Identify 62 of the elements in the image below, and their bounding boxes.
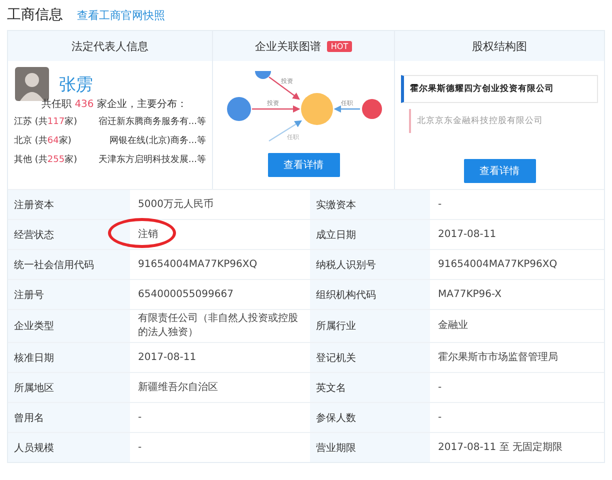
field-value: 注销 <box>138 228 158 242</box>
field-value: 霍尔果斯市市场监督管理局 <box>438 350 558 364</box>
company-link[interactable]: 网银在线(北京)商务...等 <box>109 134 206 149</box>
field-label: 登记机关 <box>310 343 430 372</box>
field-value: - <box>138 410 142 424</box>
summary-text: 共任职 436 家企业，主要分布： <box>40 98 188 111</box>
company-link[interactable]: 宿迁新东腾商务服务有...等 <box>98 115 206 130</box>
panel-title: 企业关联图谱 <box>254 38 321 54</box>
node-icon <box>362 99 382 119</box>
field-label: 组织机构代码 <box>310 280 430 309</box>
field-label: 曾用名 <box>8 403 130 432</box>
field-value: - <box>438 410 442 424</box>
panel-title: 股权结构图 <box>472 38 527 54</box>
field-label: 实缴资本 <box>310 190 430 219</box>
region-count: 北京 (共64家) <box>14 134 72 148</box>
region-count: 其他 (共255家) <box>14 154 78 167</box>
field-value: 2017-08-11 <box>438 228 496 242</box>
field-label: 统一社会信用代码 <box>8 250 130 279</box>
field-value: 2017-08-11 <box>138 350 196 364</box>
person-name[interactable]: 张雳 <box>59 72 93 96</box>
field-label: 纳税人识别号 <box>310 250 430 279</box>
field-value: - <box>438 380 442 394</box>
field-label: 企业类型 <box>8 310 130 342</box>
field-value: 有限责任公司（非自然人投资或控股的法人独资） <box>138 312 299 340</box>
field-value: 2017-08-11 至 无固定期限 <box>438 440 562 454</box>
field-label: 参保人数 <box>310 403 430 432</box>
field-label: 所属地区 <box>8 373 130 402</box>
field-label: 经营状态 <box>8 220 130 249</box>
snapshot-link[interactable]: 查看工商官网快照 <box>77 8 165 22</box>
field-label: 所属行业 <box>310 310 430 342</box>
field-value: 金融业 <box>438 319 468 333</box>
arrow-icon <box>333 105 360 113</box>
field-value: 5000万元人民币 <box>138 198 214 212</box>
field-value: 新疆维吾尔自治区 <box>138 380 218 394</box>
arrow-icon <box>252 105 300 113</box>
field-value: MA77KP96-X <box>438 288 502 302</box>
company-node-icon <box>300 93 332 125</box>
field-label: 注册号 <box>8 280 130 309</box>
field-label: 核准日期 <box>8 343 130 372</box>
field-label: 英文名 <box>310 373 430 402</box>
node-icon <box>226 97 250 121</box>
section-title: 工商信息 <box>7 6 63 24</box>
region-count: 江苏 (共117家) <box>14 116 78 129</box>
field-value: 91654004MA77KP96XQ <box>438 258 558 272</box>
view-details-button[interactable]: 查看详情 <box>268 153 340 177</box>
company-name: 霍尔果斯德耀四方创业投资有限公司 <box>410 84 554 94</box>
field-label: 注册资本 <box>8 190 130 219</box>
company-link[interactable]: 天津东方启明科技发展...等 <box>98 153 206 168</box>
hot-badge: HOT <box>326 40 352 52</box>
view-details-button[interactable]: 查看详情 <box>464 159 536 183</box>
field-value: 654000055099667 <box>138 288 234 302</box>
panel-title: 法定代表人信息 <box>72 38 148 54</box>
field-label: 成立日期 <box>310 220 430 249</box>
node-icon <box>254 71 270 79</box>
company-name: 北京京东金融科技控股有限公司 <box>417 116 543 126</box>
arrow-icon <box>268 76 300 100</box>
arrow-icon <box>268 120 302 142</box>
field-value: 91654004MA77KP96XQ <box>138 258 258 272</box>
field-value: - <box>138 440 142 454</box>
field-value: - <box>438 198 442 212</box>
field-label: 人员规模 <box>8 433 130 462</box>
field-label: 营业期限 <box>310 433 430 462</box>
